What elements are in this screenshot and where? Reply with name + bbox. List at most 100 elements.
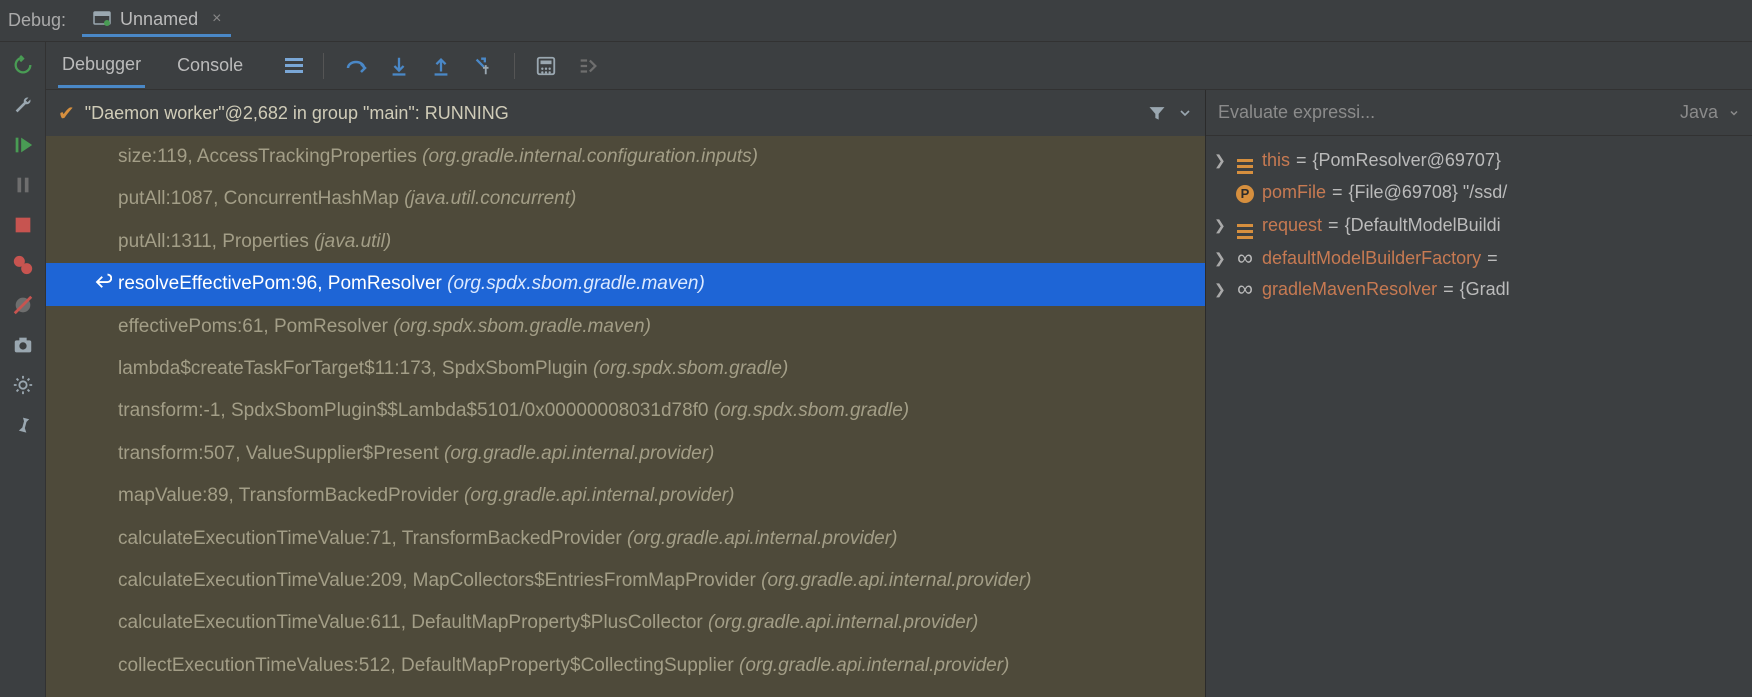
evaluate-bar[interactable]: Evaluate expressi... Java: [1206, 90, 1752, 136]
object-icon: [1234, 146, 1256, 174]
stack-frame[interactable]: resolveEffectivePom:96, PomResolver (org…: [46, 263, 1205, 305]
run-config-tab[interactable]: Unnamed ×: [82, 5, 231, 37]
mute-breakpoints-icon[interactable]: [12, 294, 34, 316]
drop-frame-icon: [94, 273, 112, 291]
breakpoints-icon[interactable]: [12, 254, 34, 276]
frame-package: (java.util.concurrent): [404, 188, 576, 209]
left-gutter: [0, 42, 46, 697]
variable-name: gradleMavenResolver: [1262, 279, 1437, 300]
variables-list[interactable]: ❯this = {PomResolver@69707}PpomFile = {F…: [1206, 136, 1752, 697]
step-out-icon[interactable]: [430, 55, 452, 77]
stack-frame[interactable]: calculateExecutionTimeValue:209, MapColl…: [46, 560, 1205, 602]
settings-icon[interactable]: [12, 374, 34, 396]
variable-row[interactable]: ❯this = {PomResolver@69707}: [1206, 142, 1752, 178]
frame-package: (org.gradle.api.internal.provider): [464, 485, 734, 506]
frame-method: lambda$createTaskForTarget$11:173, SpdxS…: [118, 358, 593, 379]
debug-topbar: Debug: Unnamed ×: [0, 0, 1752, 42]
pin-icon[interactable]: [12, 414, 34, 436]
stack-frame[interactable]: transform:-1, SpdxSbomPlugin$$Lambda$510…: [46, 390, 1205, 432]
expand-chevron-icon[interactable]: ❯: [1214, 152, 1232, 169]
frame-method: transform:507, ValueSupplier$Present: [118, 443, 444, 464]
frame-package: (org.gradle.api.internal.provider): [708, 612, 978, 633]
object-icon: [1234, 211, 1256, 239]
separator: [323, 53, 324, 79]
chevron-down-icon[interactable]: [1177, 105, 1193, 121]
pause-icon[interactable]: [12, 174, 34, 196]
frame-method: putAll:1087, ConcurrentHashMap: [118, 188, 404, 209]
frame-method: calculateExecutionTimeValue:611, Default…: [118, 612, 708, 633]
separator: [514, 53, 515, 79]
thread-header[interactable]: ✔ "Daemon worker"@2,682 in group "main":…: [46, 90, 1205, 136]
variables-panel: Evaluate expressi... Java ❯this = {PomRe…: [1206, 90, 1752, 697]
stack-frame[interactable]: collectExecutionTimeValues:512, DefaultM…: [46, 645, 1205, 687]
frames-panel: ✔ "Daemon worker"@2,682 in group "main":…: [46, 90, 1206, 697]
chevron-down-icon[interactable]: [1728, 107, 1740, 119]
close-icon[interactable]: ×: [212, 10, 221, 28]
variable-row[interactable]: ❯ request = {DefaultModelBuildi: [1206, 207, 1752, 243]
stack-frame[interactable]: size:119, AccessTrackingProperties (org.…: [46, 136, 1205, 178]
stack-frame[interactable]: effectivePoms:61, PomResolver (org.spdx.…: [46, 306, 1205, 348]
frame-package: (org.spdx.sbom.gradle.maven): [393, 316, 651, 337]
stop-icon[interactable]: [12, 214, 34, 236]
variable-row[interactable]: PpomFile = {File@69708} "/ssd/: [1206, 178, 1752, 207]
frame-method: size:119, AccessTrackingProperties: [118, 146, 422, 167]
debugger-tabbar: Debugger Console: [46, 42, 1752, 90]
tab-console[interactable]: Console: [173, 45, 247, 86]
stack-frame[interactable]: calculateExecutionTimeValue:611, Default…: [46, 602, 1205, 644]
camera-icon[interactable]: [12, 334, 34, 356]
threads-view-icon[interactable]: [285, 58, 303, 73]
tab-debugger[interactable]: Debugger: [58, 44, 145, 88]
filter-icon[interactable]: [1147, 103, 1167, 123]
variable-value: {Gradl: [1460, 279, 1510, 300]
frame-package: (org.spdx.sbom.gradle.maven): [447, 273, 705, 294]
frame-method: calculateExecutionTimeValue:209, MapColl…: [118, 570, 761, 591]
frame-method: transform:-1, SpdxSbomPlugin$$Lambda$510…: [118, 400, 714, 421]
parameter-icon: P: [1234, 182, 1256, 203]
evaluate-lang[interactable]: Java: [1680, 102, 1718, 123]
variable-value: {File@69708} "/ssd/: [1349, 182, 1508, 203]
equals-sign: =: [1487, 248, 1498, 269]
variable-row[interactable]: ❯∞ gradleMavenResolver = {Gradl: [1206, 274, 1752, 305]
frame-package: (org.gradle.api.internal.provider): [444, 443, 714, 464]
field-icon: ∞: [1234, 278, 1256, 301]
equals-sign: =: [1328, 215, 1339, 236]
stack-frame[interactable]: putAll:1087, ConcurrentHashMap (java.uti…: [46, 178, 1205, 220]
stack-frame[interactable]: lambda$createTaskForTarget$11:173, SpdxS…: [46, 348, 1205, 390]
variable-value: {DefaultModelBuildi: [1345, 215, 1501, 236]
expand-chevron-icon[interactable]: ❯: [1214, 217, 1232, 234]
frame-package: (org.spdx.sbom.gradle): [714, 400, 909, 421]
variable-row[interactable]: ❯∞defaultModelBuilderFactory =: [1206, 243, 1752, 274]
evaluate-placeholder: Evaluate expressi...: [1218, 102, 1670, 123]
field-icon: ∞: [1234, 247, 1256, 270]
stack-frame[interactable]: calculateOwnExecutionTimeValue:477, Defa…: [46, 687, 1205, 697]
expand-chevron-icon[interactable]: ❯: [1214, 250, 1232, 267]
run-config-name: Unnamed: [120, 9, 198, 30]
run-to-cursor-icon[interactable]: [472, 55, 494, 77]
frame-method: effectivePoms:61, PomResolver: [118, 316, 393, 337]
stack-frame[interactable]: mapValue:89, TransformBackedProvider (or…: [46, 475, 1205, 517]
wrench-icon[interactable]: [12, 94, 34, 116]
frame-method: calculateExecutionTimeValue:71, Transfor…: [118, 528, 627, 549]
thread-name: "Daemon worker"@2,682 in group "main": R…: [85, 103, 509, 124]
variable-value: {PomResolver@69707}: [1313, 150, 1501, 171]
frame-package: (org.gradle.api.internal.provider): [627, 528, 897, 549]
frame-package: (java.util): [314, 231, 391, 252]
stack-frame[interactable]: transform:507, ValueSupplier$Present (or…: [46, 433, 1205, 475]
step-over-icon[interactable]: [344, 54, 368, 78]
frame-package: (org.gradle.api.internal.provider): [761, 570, 1031, 591]
variable-name: request: [1262, 215, 1322, 236]
stack-frame[interactable]: calculateExecutionTimeValue:71, Transfor…: [46, 518, 1205, 560]
variable-name: pomFile: [1262, 182, 1326, 203]
stack-frame[interactable]: putAll:1311, Properties (java.util): [46, 221, 1205, 263]
expand-chevron-icon[interactable]: ❯: [1214, 281, 1232, 298]
equals-sign: =: [1443, 279, 1454, 300]
resume-icon[interactable]: [12, 134, 34, 156]
step-into-icon[interactable]: [388, 55, 410, 77]
debug-label: Debug:: [8, 10, 66, 31]
evaluate-icon[interactable]: [535, 55, 557, 77]
frame-package: (org.gradle.api.internal.provider): [739, 655, 1009, 676]
rerun-icon[interactable]: [12, 54, 34, 76]
trace-current-icon[interactable]: [577, 55, 599, 77]
application-icon: [92, 9, 112, 29]
frames-list[interactable]: size:119, AccessTrackingProperties (org.…: [46, 136, 1205, 697]
